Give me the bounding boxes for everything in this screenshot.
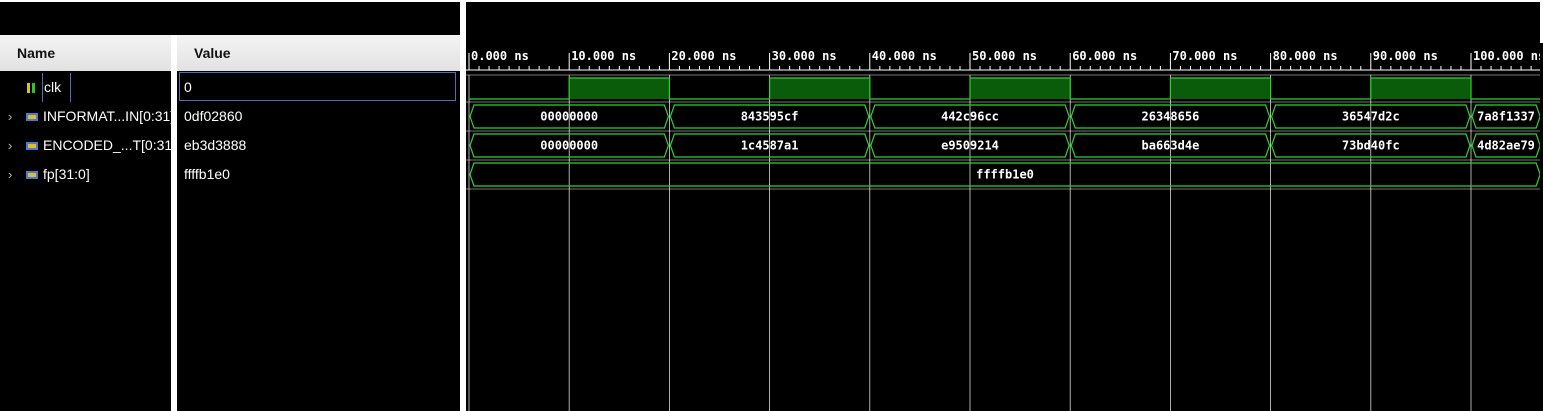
bus-segment-value: ba663d4e xyxy=(1142,139,1200,153)
signal-row-encoded[interactable]: › ENCODED_...T[0:31] eb3d3888 xyxy=(0,131,460,160)
bus-signal-icon xyxy=(26,142,38,150)
bus-segment-value: 843595cf xyxy=(741,110,799,124)
time-tick-label: 50.000 ns xyxy=(972,49,1038,63)
time-tick-label: 100.000 ns xyxy=(1473,49,1540,63)
time-tick-label: 30.000 ns xyxy=(771,49,837,63)
signal-name-label: fp[31:0] xyxy=(43,166,90,182)
name-column-header[interactable]: Name xyxy=(0,35,171,71)
bus-signal-icon xyxy=(26,171,38,179)
signal-row-information-in[interactable]: › INFORMAT...IN[0:31] 0df02860 xyxy=(0,102,460,131)
value-header-label: Value xyxy=(194,45,231,61)
name-header-label: Name xyxy=(17,45,56,61)
time-tick-label: 60.000 ns xyxy=(1072,49,1138,63)
clk-high-pulse xyxy=(769,78,870,99)
waveform-toolbar xyxy=(466,0,1543,43)
bus-segment-value: 73bd40fc xyxy=(1342,139,1400,153)
signal-value: ffffb1e0 xyxy=(184,166,230,182)
time-tick-label: 40.000 ns xyxy=(871,49,937,63)
time-tick-label: 70.000 ns xyxy=(1172,49,1238,63)
bus-segment-value: ffffb1e0 xyxy=(976,168,1034,182)
bus-segment-value: 442c96cc xyxy=(941,110,999,124)
signal-name-cell[interactable]: › ENCODED_...T[0:31] xyxy=(0,131,171,160)
value-column-header[interactable]: Value xyxy=(177,35,460,71)
clk-high-pulse xyxy=(1370,78,1471,99)
chevron-right-icon[interactable]: › xyxy=(8,131,20,160)
signal-value: 0df02860 xyxy=(184,108,243,124)
bus-signal-icon xyxy=(26,113,38,121)
waveform-svg[interactable]: 00000000 843595cf 442c96cc 26348656 36547d2c… xyxy=(466,43,1540,411)
bus-segment-value: 26348656 xyxy=(1142,110,1200,124)
time-tick-label: 10.000 ns xyxy=(571,49,637,63)
signal-name-label: clk xyxy=(41,73,72,102)
signal-name-cell[interactable]: clk xyxy=(0,73,171,102)
bus-segment-value: 36547d2c xyxy=(1342,110,1400,124)
bus-segment-value: 1c4587a1 xyxy=(741,139,799,153)
bus-segment-value: 7a8f1337 xyxy=(1477,110,1535,124)
waveform-canvas[interactable]: 00000000 843595cf 442c96cc 26348656 36547d2c… xyxy=(466,43,1540,411)
bus-segment-value: 00000000 xyxy=(540,110,598,124)
time-tick-label: 80.000 ns xyxy=(1272,49,1338,63)
clk-high-pulse xyxy=(970,78,1071,99)
time-tick-label: 20.000 ns xyxy=(671,49,737,63)
clk-high-pulse xyxy=(569,78,670,99)
clk-high-pulse xyxy=(1170,78,1271,99)
chevron-right-icon[interactable]: › xyxy=(8,102,20,131)
signal-value: eb3d3888 xyxy=(184,137,247,153)
bit-signal-icon xyxy=(27,83,35,93)
time-tick-label: 0.000 ns xyxy=(471,49,529,63)
signal-panel-toolbar xyxy=(0,0,460,35)
signal-value-cell[interactable]: 0df02860 xyxy=(177,102,460,131)
bus-segment-value: 4d82ae79 xyxy=(1477,139,1535,153)
time-tick-label: 90.000 ns xyxy=(1372,49,1438,63)
signal-row-fp[interactable]: › fp[31:0] ffffb1e0 xyxy=(0,160,460,189)
signal-name-cell[interactable]: › INFORMAT...IN[0:31] xyxy=(0,102,171,131)
signal-value-cell[interactable]: eb3d3888 xyxy=(177,131,460,160)
signal-name-cell[interactable]: › fp[31:0] xyxy=(0,160,171,189)
value-selection-box xyxy=(179,72,456,101)
signal-value-cell[interactable]: ffffb1e0 xyxy=(177,160,460,189)
signal-name-label: ENCODED_...T[0:31] xyxy=(43,137,171,153)
bus-segment-value: e9509214 xyxy=(941,139,999,153)
bus-segment-value: 00000000 xyxy=(540,139,598,153)
signal-name-label: INFORMAT...IN[0:31] xyxy=(43,108,171,124)
chevron-right-icon[interactable]: › xyxy=(8,160,20,189)
